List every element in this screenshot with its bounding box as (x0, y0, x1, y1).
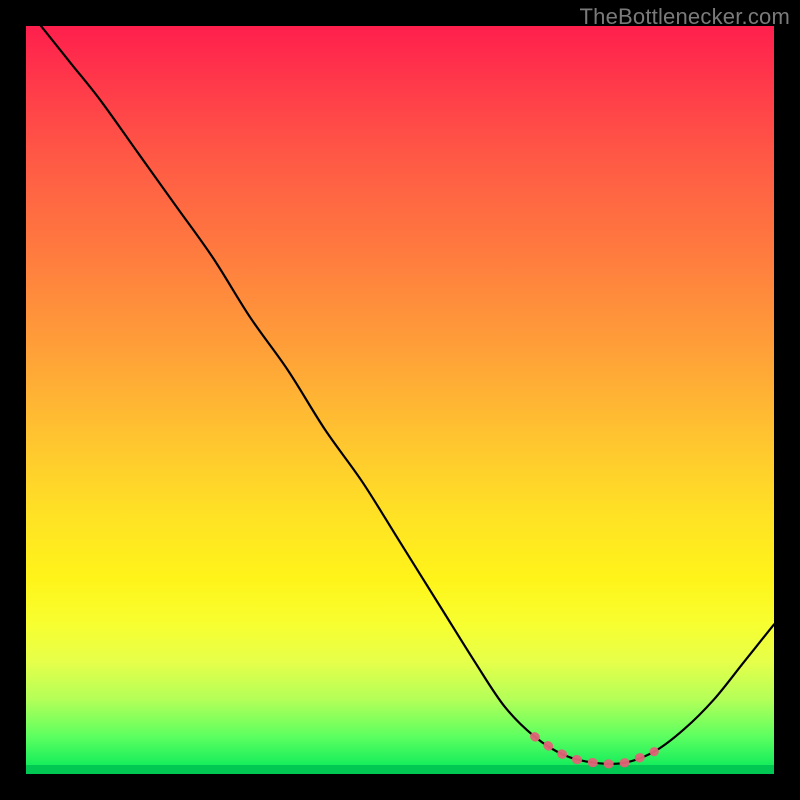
plot-frame (26, 26, 774, 774)
attribution-text: TheBottlenecker.com (580, 4, 790, 30)
bottleneck-curve (41, 26, 774, 764)
curve-svg (26, 26, 774, 774)
plot-area (26, 26, 774, 774)
chart-root: TheBottlenecker.com (0, 0, 800, 800)
